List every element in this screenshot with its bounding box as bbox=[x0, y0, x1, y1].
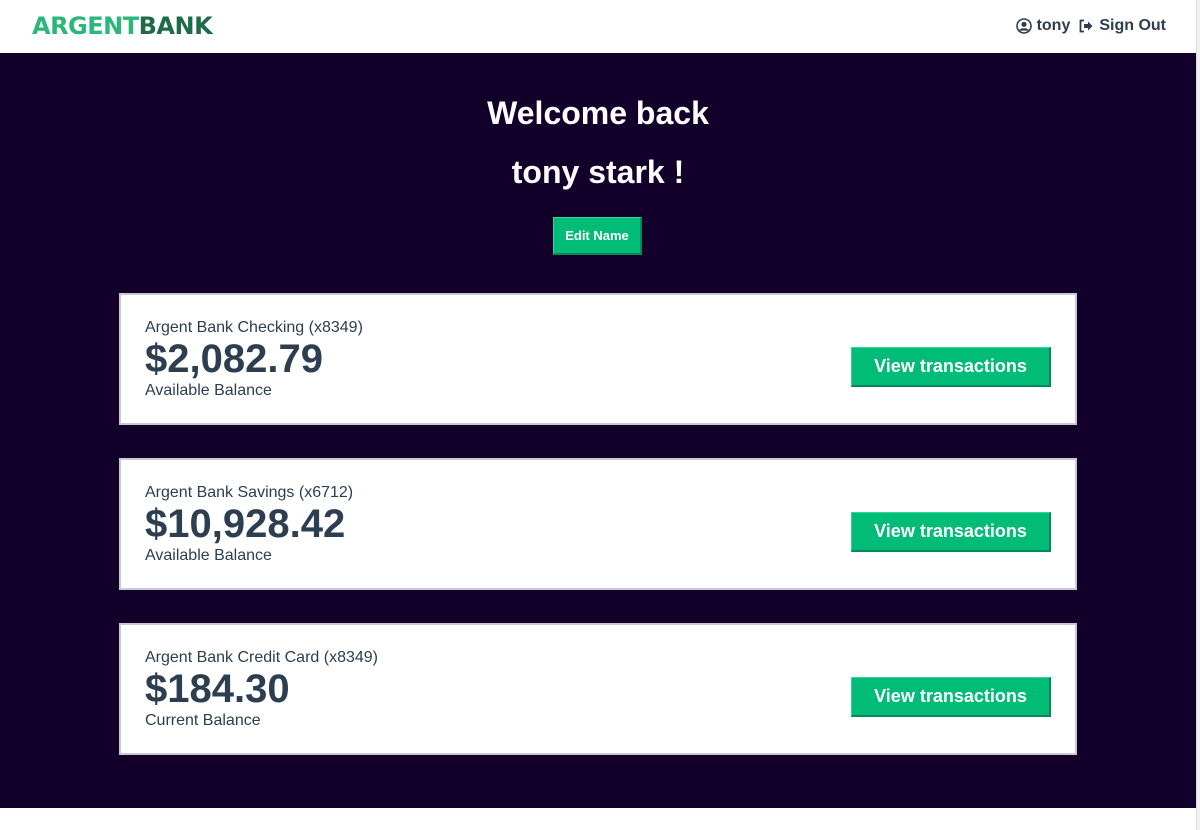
account-amount-description: Available Balance bbox=[145, 382, 272, 399]
welcome-heading: Welcome back bbox=[487, 95, 709, 131]
sign-out-label: Sign Out bbox=[1099, 17, 1166, 34]
page-scrollbar[interactable] bbox=[1196, 0, 1200, 830]
main-content: Welcome back tony stark ! Edit Name Arge… bbox=[0, 53, 1196, 808]
sign-out-icon bbox=[1079, 19, 1093, 33]
account-amount: $10,928.42 bbox=[145, 502, 346, 546]
account-amount-description: Available Balance bbox=[145, 547, 272, 564]
account-amount-description: Current Balance bbox=[145, 712, 261, 729]
edit-name-button[interactable]: Edit Name bbox=[553, 217, 642, 255]
sign-out-link[interactable]: Sign Out bbox=[1078, 17, 1166, 35]
user-name-label: tony bbox=[1036, 17, 1071, 34]
account-card-credit: Argent Bank Credit Card (x8349) $184.30 … bbox=[119, 623, 1077, 755]
account-card-checking: Argent Bank Checking (x8349) $2,082.79 A… bbox=[119, 293, 1077, 425]
view-transactions-button[interactable]: View transactions bbox=[851, 347, 1051, 387]
account-title: Argent Bank Credit Card (x8349) bbox=[145, 649, 378, 666]
view-transactions-button[interactable]: View transactions bbox=[851, 677, 1051, 717]
account-title: Argent Bank Checking (x8349) bbox=[145, 319, 363, 336]
user-profile-link[interactable]: tony bbox=[1015, 17, 1071, 35]
main-nav: ARGENT BANK tony Sign Out bbox=[0, 0, 1196, 52]
account-amount: $184.30 bbox=[145, 667, 290, 711]
account-amount: $2,082.79 bbox=[145, 337, 323, 381]
logo-text-argent: ARGENT bbox=[32, 12, 139, 40]
logo-text-bank: BANK bbox=[138, 12, 213, 40]
account-title: Argent Bank Savings (x6712) bbox=[145, 484, 354, 501]
user-full-name: tony stark ! bbox=[511, 154, 685, 190]
user-circle-icon bbox=[1015, 18, 1032, 34]
argent-bank-logo[interactable]: ARGENT BANK bbox=[32, 12, 213, 40]
account-card-savings: Argent Bank Savings (x6712) $10,928.42 A… bbox=[119, 458, 1077, 590]
view-transactions-button[interactable]: View transactions bbox=[851, 512, 1051, 552]
nav-user-area: tony Sign Out bbox=[1015, 17, 1166, 35]
